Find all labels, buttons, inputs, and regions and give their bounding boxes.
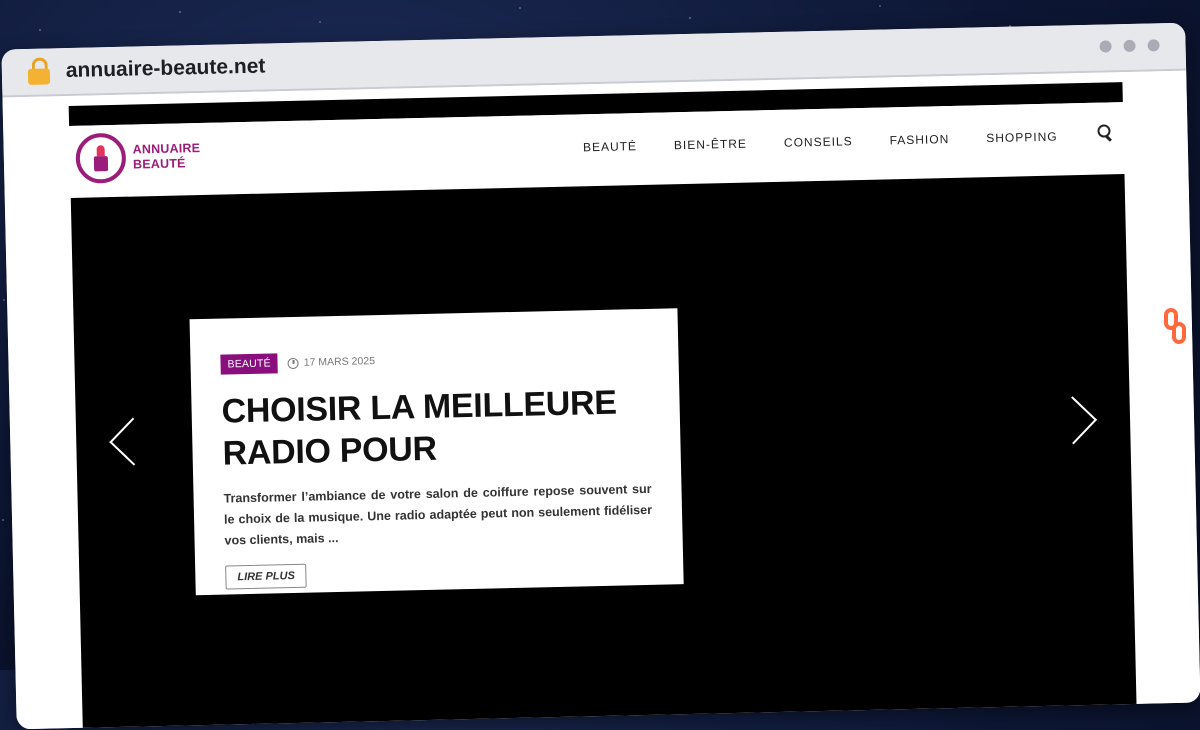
watermark: GUESTPOSTLINKS (1156, 56, 1196, 356)
browser-scene: annuaire-beaute.net ANNUAIRE BEAUTÉ BEAU… (0, 0, 1200, 730)
main-nav: Beauté Bien-être Conseils Fashion Shoppi… (583, 130, 1058, 155)
window-dot[interactable] (1147, 39, 1160, 52)
hero-slider: BEAUTÉ 17 MARS 2025 CHOISIR LA MEILLEURE… (70, 174, 1137, 730)
category-badge[interactable]: BEAUTÉ (220, 353, 279, 375)
window-controls (1099, 39, 1160, 53)
window-dot[interactable] (1123, 39, 1136, 53)
post-title[interactable]: CHOISIR LA MEILLEURE RADIO POUR (221, 381, 651, 475)
address-bar-url[interactable]: annuaire-beaute.net (66, 55, 266, 84)
post-date: 17 MARS 2025 (303, 355, 376, 369)
search-icon[interactable] (1097, 124, 1113, 142)
clock-icon (287, 357, 299, 369)
nav-item-fashion[interactable]: Fashion (889, 132, 949, 147)
nav-item-bien-etre[interactable]: Bien-être (674, 137, 747, 153)
post-meta: BEAUTÉ 17 MARS 2025 (220, 345, 648, 375)
nav-item-conseils[interactable]: Conseils (784, 134, 853, 150)
chevron-left-icon[interactable] (109, 417, 158, 466)
chevron-right-icon[interactable] (1049, 396, 1098, 445)
read-more-button[interactable]: LIRE PLUS (225, 563, 308, 590)
page-viewport: ANNUAIRE BEAUTÉ Beauté Bien-être Conseil… (2, 70, 1200, 730)
site-logo[interactable]: ANNUAIRE BEAUTÉ (75, 131, 201, 184)
browser-window: annuaire-beaute.net ANNUAIRE BEAUTÉ BEAU… (1, 22, 1200, 730)
nav-item-shopping[interactable]: Shopping (986, 130, 1058, 146)
lock-icon (27, 57, 51, 85)
watermark-text: GUESTPOSTLINKS (1161, 72, 1189, 308)
logo-line2: BEAUTÉ (132, 156, 186, 172)
logo-text: ANNUAIRE BEAUTÉ (133, 141, 201, 173)
window-dot[interactable] (1099, 40, 1112, 53)
slide-card: BEAUTÉ 17 MARS 2025 CHOISIR LA MEILLEURE… (189, 308, 684, 596)
post-excerpt: Transformer l’ambiance de votre salon de… (223, 481, 653, 548)
nav-item-beaute[interactable]: Beauté (583, 139, 637, 154)
link-icon (1164, 308, 1188, 348)
lipstick-icon (75, 132, 127, 184)
logo-line1: ANNUAIRE (132, 141, 201, 157)
